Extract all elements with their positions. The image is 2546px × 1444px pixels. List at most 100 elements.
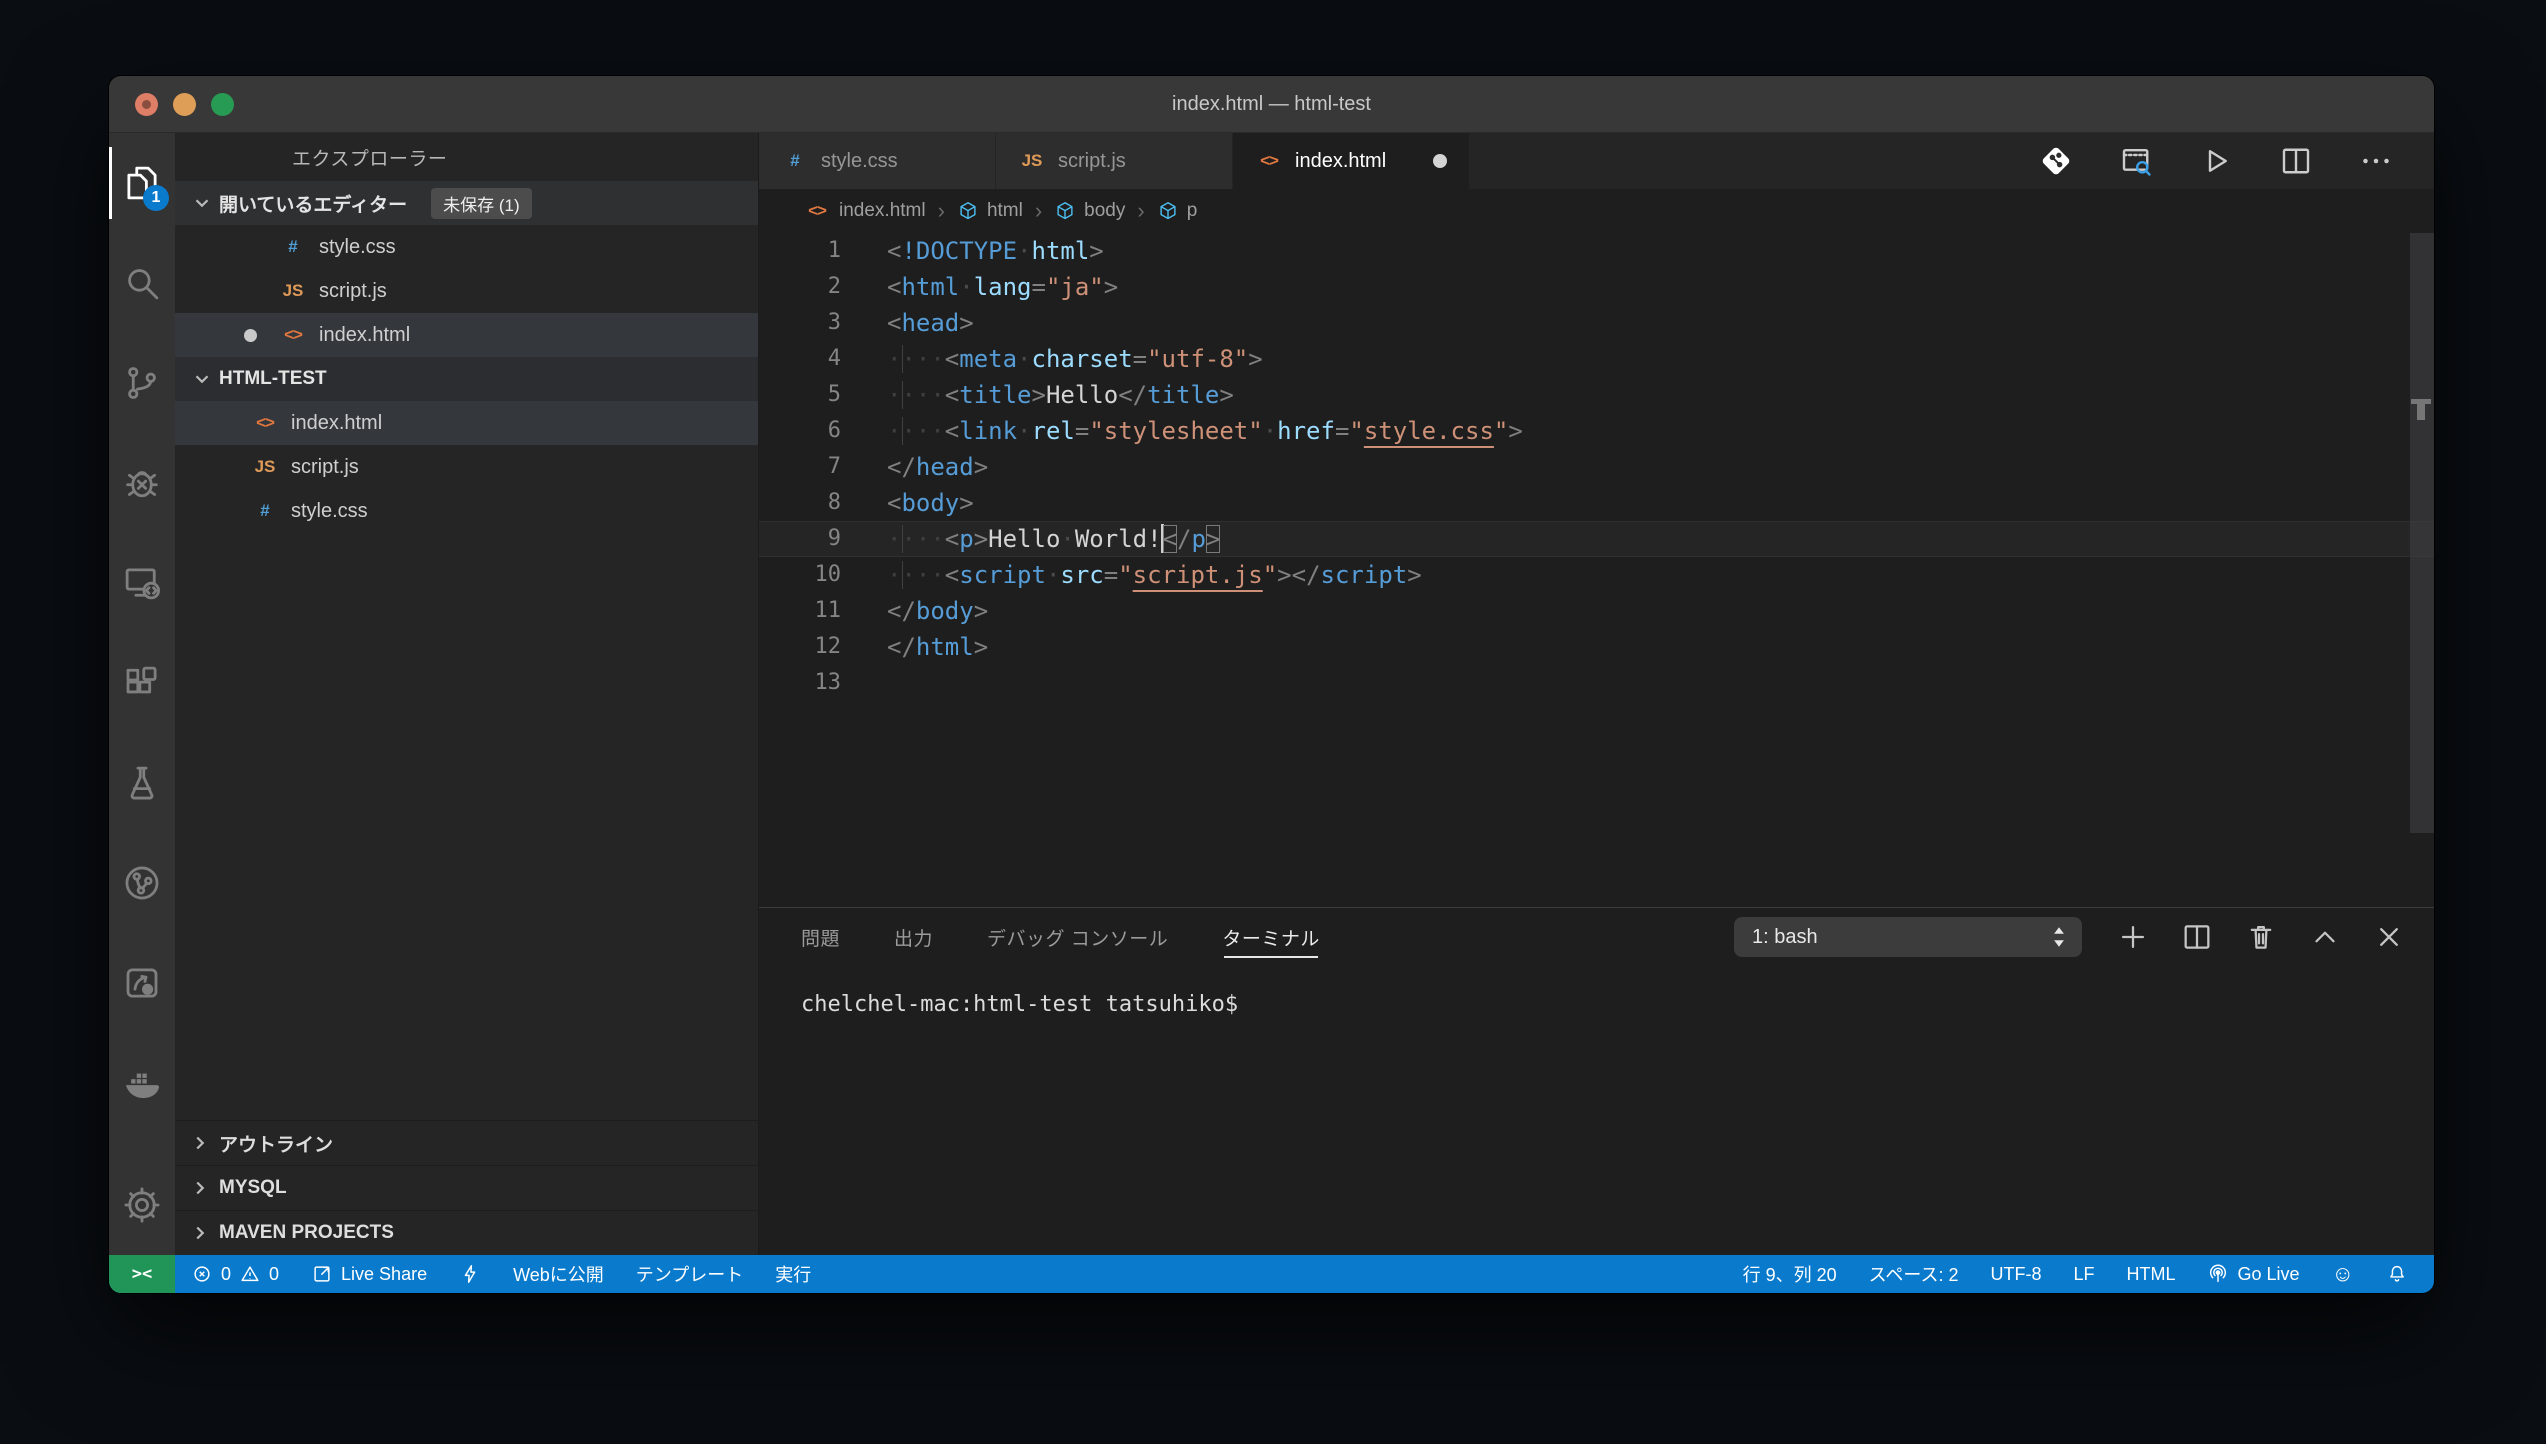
status-lightning[interactable] [443, 1255, 497, 1293]
warning-icon [239, 1263, 261, 1285]
broadcast-icon [2207, 1263, 2229, 1285]
sidebar-section-MAVEN PROJECTS[interactable]: MAVEN PROJECTS [175, 1210, 758, 1255]
panel-tab-デバッグ コンソール[interactable]: デバッグ コンソール [987, 908, 1168, 966]
open-preview-button[interactable] [2118, 143, 2154, 179]
bell-icon [2386, 1263, 2408, 1285]
line-number: 6 [759, 413, 841, 449]
code-line-8[interactable]: 8<body> [759, 485, 2434, 521]
file-style.css[interactable]: #style.css [175, 489, 758, 533]
source-control-icon [121, 362, 163, 404]
sidebar-section-MYSQL[interactable]: MYSQL [175, 1165, 758, 1210]
activity-project-graph[interactable] [109, 833, 175, 933]
status-encoding[interactable]: UTF-8 [1974, 1255, 2057, 1293]
panel-tab-ターミナル[interactable]: ターミナル [1222, 908, 1320, 966]
html-file-icon: <> [279, 325, 307, 345]
editor-scrollbar[interactable] [2410, 233, 2434, 833]
status-go-live[interactable]: Go Live [2191, 1255, 2315, 1293]
kill-terminal-button[interactable] [2244, 920, 2278, 954]
panel-tab-出力[interactable]: 出力 [894, 908, 933, 966]
maximize-panel-button[interactable] [2308, 920, 2342, 954]
run-button[interactable] [2198, 143, 2234, 179]
open-editor-script.js[interactable]: JSscript.js [175, 269, 758, 313]
activity-search[interactable] [109, 233, 175, 333]
css-file-icon: # [781, 151, 809, 171]
split-editor-button[interactable] [2278, 143, 2314, 179]
activity-extensions[interactable] [109, 633, 175, 733]
line-number: 12 [759, 629, 841, 665]
code-editor[interactable]: 1<!DOCTYPE·html> 2<html·lang="ja"> 3<hea… [759, 233, 2434, 907]
code-line-10[interactable]: 10····<script·src="script.js"></script> [759, 557, 2434, 593]
status-run-task[interactable]: 実行 [759, 1255, 827, 1293]
status-live-share[interactable]: Live Share [295, 1255, 443, 1293]
code-line-11[interactable]: 11</body> [759, 593, 2434, 629]
sidebar-section-アウトライン[interactable]: アウトライン [175, 1120, 758, 1165]
line-number: 3 [759, 305, 841, 341]
more-actions-button[interactable] [2358, 143, 2394, 179]
close-panel-button[interactable] [2372, 920, 2406, 954]
split-terminal-button[interactable] [2180, 920, 2214, 954]
file-index.html[interactable]: <>index.html [175, 401, 758, 445]
code-line-1[interactable]: 1<!DOCTYPE·html> [759, 233, 2434, 269]
minimize-window-button[interactable] [173, 93, 196, 116]
code-line-6[interactable]: 6····<link·rel="stylesheet"·href="style.… [759, 413, 2434, 449]
status-language-mode[interactable]: HTML [2110, 1255, 2191, 1293]
tab-script.js[interactable]: JSscript.js [996, 133, 1233, 189]
terminal-select[interactable]: 1: bash [1734, 917, 2082, 957]
status-cursor-position[interactable]: 行 9、列 20 [1727, 1255, 1853, 1293]
new-terminal-button[interactable] [2116, 920, 2150, 954]
status-template[interactable]: テンプレート [620, 1255, 759, 1293]
status-indentation[interactable]: スペース: 2 [1853, 1255, 1975, 1293]
activity-settings-gear[interactable] [109, 1155, 175, 1255]
activity-remote-explorer[interactable] [109, 533, 175, 633]
remote-indicator[interactable]: >< [109, 1255, 175, 1293]
chevron-up-icon [2308, 920, 2342, 954]
file-name: script.js [319, 280, 387, 303]
status-publish-web[interactable]: Webに公開 [497, 1255, 620, 1293]
git-button[interactable] [2038, 143, 2074, 179]
code-line-7[interactable]: 7</head> [759, 449, 2434, 485]
maximize-window-button[interactable] [211, 93, 234, 116]
status-notifications[interactable] [2370, 1255, 2424, 1293]
close-window-button[interactable] [135, 93, 158, 116]
folder-header[interactable]: HTML-TEST [175, 357, 758, 401]
breadcrumb-p[interactable]: p [1157, 200, 1198, 222]
breadcrumb-html[interactable]: html [957, 200, 1023, 222]
code-line-3[interactable]: 3<head> [759, 305, 2434, 341]
code-line-9[interactable]: 9····<p>Hello·World!</p> [759, 521, 2434, 557]
remote-explorer-icon [121, 562, 163, 604]
code-line-13[interactable]: 13 [759, 665, 2434, 701]
docker-icon [121, 1062, 163, 1104]
breadcrumb-body[interactable]: body [1054, 200, 1125, 222]
panel-tab-問題[interactable]: 問題 [801, 908, 840, 966]
open-editor-style.css[interactable]: #style.css [175, 225, 758, 269]
code-line-4[interactable]: 4····<meta·charset="utf-8"> [759, 341, 2434, 377]
open-editors-header[interactable]: 開いているエディター 未保存 (1) [175, 181, 758, 225]
open-editors-label: 開いているエディター [219, 190, 407, 217]
activity-source-control[interactable] [109, 333, 175, 433]
problems-status[interactable]: 0 0 [175, 1255, 295, 1293]
line-number: 1 [759, 233, 841, 269]
activity-docker[interactable] [109, 1033, 175, 1133]
code-line-2[interactable]: 2<html·lang="ja"> [759, 269, 2434, 305]
tab-style.css[interactable]: #style.css [759, 133, 996, 189]
line-number: 4 [759, 341, 841, 377]
activity-test-flask[interactable] [109, 733, 175, 833]
code-line-12[interactable]: 12</html> [759, 629, 2434, 665]
activity-live-share[interactable] [109, 933, 175, 1033]
status-feedback[interactable]: ☺ [2316, 1255, 2370, 1293]
status-eol[interactable]: LF [2057, 1255, 2110, 1293]
code-line-5[interactable]: 5····<title>Hello</title> [759, 377, 2434, 413]
more-actions-icon [2358, 143, 2394, 179]
chevron-right-icon [189, 1222, 211, 1244]
activity-explorer[interactable]: 1 [109, 133, 175, 233]
line-number: 5 [759, 377, 841, 413]
open-editor-index.html[interactable]: <>index.html [175, 313, 758, 357]
breadcrumb-file[interactable]: <>index.html [803, 200, 926, 222]
breadcrumb-separator: › [1035, 198, 1042, 224]
activity-debug[interactable] [109, 433, 175, 533]
editor-actions [2038, 133, 2434, 189]
file-script.js[interactable]: JSscript.js [175, 445, 758, 489]
folder-label: HTML-TEST [219, 368, 327, 390]
tab-index.html[interactable]: <>index.html [1233, 133, 1470, 189]
terminal-output[interactable]: chelchel-mac:html-test tatsuhiko$ [759, 966, 2434, 1017]
